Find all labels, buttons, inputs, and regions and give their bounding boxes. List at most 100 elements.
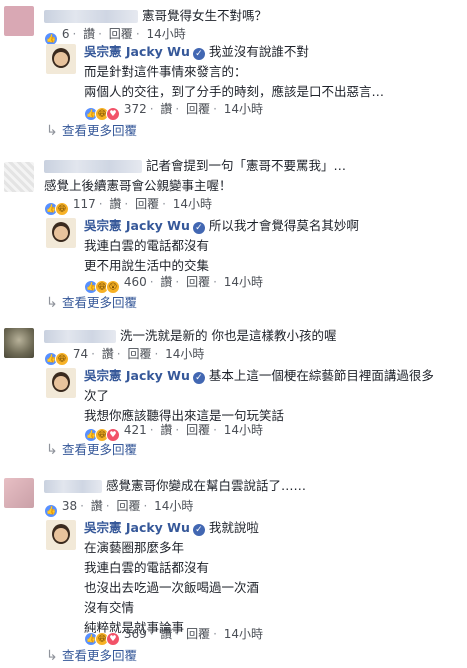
reply-text: 更不用說生活中的交集 [84,258,210,273]
reply-arrow-icon: ↳ [46,648,58,664]
love-reaction-icon: ♥ [106,428,120,442]
reaction-count[interactable]: 6 [62,27,70,41]
reply-meta: 👍 😆 ♥ 372 · 讚 · 回覆 · 14小時 [84,101,263,121]
blurred-commenter-name [44,480,102,493]
reply-text: 基本上這一個梗在綜藝節目裡面講過很多 [208,368,434,383]
page-avatar[interactable] [46,218,76,248]
reply-link[interactable]: 回覆 [186,275,210,289]
reaction-icons[interactable]: 👍 [44,501,58,518]
reaction-icons[interactable]: 👍 😆 😮 [84,277,120,294]
comment-meta: 👍 😆 117 · 讚 · 回覆 · 14小時 [44,196,212,216]
page-name[interactable]: 吳宗憲 Jacky Wu [84,44,190,59]
reply-meta: 👍 😆 ♥ 369 · 讚 · 回覆 · 14小時 [84,626,263,646]
like-link[interactable]: 讚 [160,423,172,437]
reply-arrow-icon: ↳ [46,123,58,139]
like-link[interactable]: 讚 [102,347,114,361]
reply-line: 吳宗憲 Jacky Wu ✓ 我就說啦 [84,518,259,538]
timestamp[interactable]: 14小時 [154,499,193,513]
reply-text: 次了 [84,388,110,403]
reaction-count[interactable]: 369 [124,627,147,641]
haha-reaction-icon: 😆 [55,202,69,216]
reply-arrow-icon: ↳ [46,442,58,458]
page-avatar[interactable] [46,520,76,550]
comment-text: 憲哥覺得女生不對嗎？ [142,8,268,23]
like-link[interactable]: 讚 [91,499,103,513]
comment-text: 感覺憲哥你變成在幫白雲說話了…… [106,478,307,493]
comment-text: 感覺上後續憲哥會公親變事主喔！ [44,178,232,193]
reply-line: 吳宗憲 Jacky Wu ✓ 我並沒有說誰不對 [84,42,309,62]
reaction-count[interactable]: 38 [62,499,77,513]
love-reaction-icon: ♥ [106,107,120,121]
timestamp[interactable]: 14小時 [173,197,212,211]
reaction-icons[interactable]: 👍 😆 ♥ [84,425,120,442]
page-name[interactable]: 吳宗憲 Jacky Wu [84,218,190,233]
reply-text: 兩個人的交往，到了分手的時刻，應該是口不出惡言… [84,84,385,99]
reply-link[interactable]: 回覆 [116,499,140,513]
blurred-commenter-name [44,10,138,23]
reaction-icons[interactable]: 👍 😆 ♥ [84,629,120,646]
reaction-icons[interactable]: 👍 😆 ♥ [84,104,120,121]
page-name[interactable]: 吳宗憲 Jacky Wu [84,368,190,383]
reply-link[interactable]: 回覆 [109,27,133,41]
reply-text: 我連白雲的電話都沒有 [84,238,210,253]
like-link[interactable]: 讚 [83,27,95,41]
reply-link[interactable]: 回覆 [186,627,210,641]
reply-line: 吳宗憲 Jacky Wu ✓ 所以我才會覺得莫名其妙啊 [84,216,359,236]
like-link[interactable]: 讚 [160,102,172,116]
reaction-count[interactable]: 460 [124,275,147,289]
reply-meta: 👍 😆 😮 460 · 讚 · 回覆 · 14小時 [84,274,263,294]
reply-text: 我就說啦 [208,520,259,535]
reply-text: 所以我才會覺得莫名其妙啊 [208,218,359,233]
reply-link[interactable]: 回覆 [186,423,210,437]
haha-reaction-icon: 😆 [55,352,69,366]
page-name[interactable]: 吳宗憲 Jacky Wu [84,520,190,535]
commenter-avatar[interactable] [4,478,34,508]
comment-meta: 👍 38 · 讚 · 回覆 · 14小時 [44,498,193,518]
verified-badge-icon: ✓ [192,524,205,536]
timestamp[interactable]: 14小時 [224,102,263,116]
like-reaction-icon: 👍 [44,504,58,518]
like-link[interactable]: 讚 [160,627,172,641]
view-more-replies-label: 查看更多回覆 [62,123,138,138]
reaction-count[interactable]: 372 [124,102,147,116]
commenter-avatar[interactable] [4,6,34,36]
timestamp[interactable]: 14小時 [146,27,185,41]
view-more-replies[interactable]: ↳ 查看更多回覆 [46,295,137,311]
commenter-avatar[interactable] [4,328,34,358]
reaction-icons[interactable]: 👍 😆 [44,199,69,216]
reply-text: 也沒出去吃過一次飯喝過一次酒 [84,580,260,595]
view-more-replies-label: 查看更多回覆 [62,648,138,663]
reply-text: 我並沒有說誰不對 [208,44,309,59]
reaction-count[interactable]: 74 [73,347,88,361]
page-avatar[interactable] [46,368,76,398]
blurred-commenter-name [44,330,116,343]
reaction-icons[interactable]: 👍 😆 [44,349,69,366]
like-link[interactable]: 讚 [109,197,121,211]
reply-line: 吳宗憲 Jacky Wu ✓ 基本上這一個梗在綜藝節目裡面講過很多 [84,366,434,386]
view-more-replies[interactable]: ↳ 查看更多回覆 [46,123,137,139]
reply-meta: 👍 😆 ♥ 421 · 讚 · 回覆 · 14小時 [84,422,263,442]
love-reaction-icon: ♥ [106,632,120,646]
view-more-replies-label: 查看更多回覆 [62,295,138,310]
reply-link[interactable]: 回覆 [186,102,210,116]
reply-text: 而是針對這件事情來發言的： [84,64,247,79]
view-more-replies[interactable]: ↳ 查看更多回覆 [46,648,137,664]
timestamp[interactable]: 14小時 [165,347,204,361]
reply-text: 我連白雲的電話都沒有 [84,560,210,575]
verified-badge-icon: ✓ [192,222,205,234]
like-link[interactable]: 讚 [160,275,172,289]
view-more-replies[interactable]: ↳ 查看更多回覆 [46,442,137,458]
timestamp[interactable]: 14小時 [224,275,263,289]
verified-badge-icon: ✓ [192,372,205,384]
wow-reaction-icon: 😮 [106,280,120,294]
commenter-avatar[interactable] [4,162,34,192]
timestamp[interactable]: 14小時 [224,627,263,641]
reply-arrow-icon: ↳ [46,295,58,311]
reply-text: 沒有交情 [84,600,135,615]
timestamp[interactable]: 14小時 [224,423,263,437]
reaction-count[interactable]: 421 [124,423,147,437]
reply-link[interactable]: 回覆 [127,347,151,361]
page-avatar[interactable] [46,44,76,74]
reaction-count[interactable]: 117 [73,197,96,211]
reply-link[interactable]: 回覆 [135,197,159,211]
